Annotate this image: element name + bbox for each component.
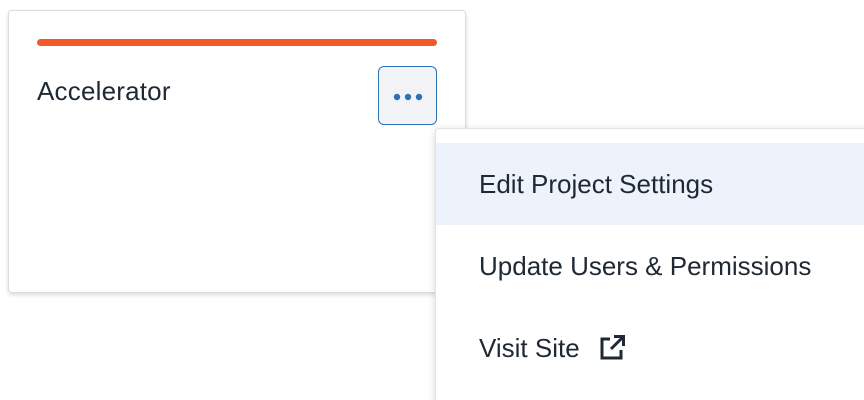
menu-item-edit-project-settings[interactable]: Edit Project Settings [436,143,864,225]
menu-item-update-users-permissions[interactable]: Update Users & Permissions [436,225,864,307]
page: Accelerator Edit Project Settings Update… [0,0,864,400]
card-title: Accelerator [37,76,171,106]
project-card[interactable]: Accelerator [8,10,466,293]
card-accent-bar [37,39,437,46]
more-options-button[interactable] [378,66,437,125]
menu-item-label: Visit Site [479,332,580,363]
project-options-menu: Edit Project Settings Update Users & Per… [435,128,864,400]
menu-item-label: Update Users & Permissions [479,250,812,281]
menu-item-label: Edit Project Settings [479,168,714,199]
external-link-icon [598,334,626,362]
menu-item-visit-site[interactable]: Visit Site [436,307,864,389]
more-horizontal-icon [393,93,423,101]
